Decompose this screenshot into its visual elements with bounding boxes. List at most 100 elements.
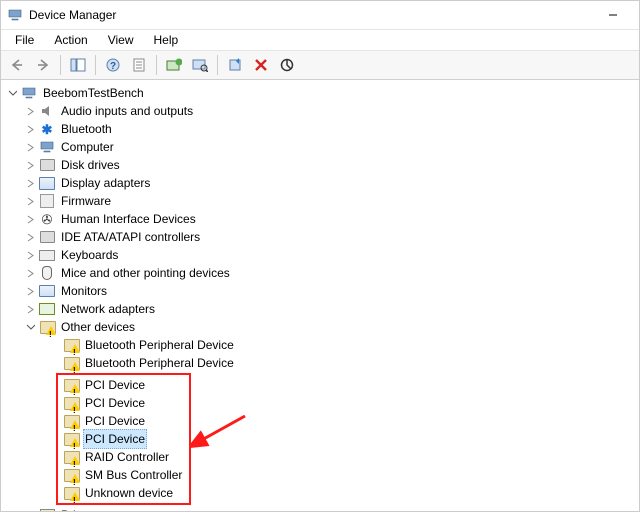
mouse-icon bbox=[39, 265, 55, 281]
device-manager-window: Device Manager File Action View Help ? B… bbox=[0, 0, 640, 512]
chevron-right-icon[interactable] bbox=[23, 158, 37, 172]
warning-icon bbox=[63, 449, 79, 465]
chevron-right-icon[interactable] bbox=[23, 212, 37, 226]
toolbar-show-hide-tree-button[interactable] bbox=[66, 53, 90, 77]
kb-icon bbox=[39, 247, 55, 263]
chevron-right-icon[interactable] bbox=[23, 248, 37, 262]
category-ide[interactable]: IDE ATA/ATAPI controllers bbox=[5, 228, 639, 246]
category-label[interactable]: IDE ATA/ATAPI controllers bbox=[59, 228, 202, 246]
warning-icon bbox=[63, 395, 79, 411]
chevron-right-icon[interactable] bbox=[23, 302, 37, 316]
toolbar-separator bbox=[60, 55, 61, 75]
svg-text:?: ? bbox=[110, 61, 116, 72]
category-mice[interactable]: Mice and other pointing devices bbox=[5, 264, 639, 282]
toolbar-scan-hardware-button[interactable] bbox=[188, 53, 212, 77]
category-label[interactable]: Bluetooth bbox=[59, 120, 114, 138]
device-label[interactable]: Unknown device bbox=[83, 484, 175, 502]
toolbar-properties-button[interactable] bbox=[127, 53, 151, 77]
device-label[interactable]: Bluetooth Peripheral Device bbox=[83, 336, 236, 354]
chevron-right-icon[interactable] bbox=[23, 508, 37, 511]
category-label[interactable]: Network adapters bbox=[59, 300, 157, 318]
chevron-down-icon[interactable] bbox=[5, 86, 19, 100]
computer-icon bbox=[21, 85, 37, 101]
annotation-arrow bbox=[190, 413, 250, 456]
device-item[interactable]: Bluetooth Peripheral Device bbox=[5, 354, 639, 372]
device-item[interactable]: SM Bus Controller bbox=[58, 466, 189, 484]
category-bluetooth[interactable]: ✱Bluetooth bbox=[5, 120, 639, 138]
device-label[interactable]: Bluetooth Peripheral Device bbox=[83, 354, 236, 372]
device-item[interactable]: PCI Device bbox=[58, 430, 189, 448]
category-label[interactable]: Other devices bbox=[59, 318, 137, 336]
device-label[interactable]: PCI Device bbox=[83, 429, 147, 449]
sq-icon bbox=[39, 175, 55, 191]
toolbar-help-button[interactable]: ? bbox=[101, 53, 125, 77]
toolbar-separator bbox=[217, 55, 218, 75]
pc-icon bbox=[39, 139, 55, 155]
device-item[interactable]: Bluetooth Peripheral Device bbox=[5, 336, 639, 354]
category-label[interactable]: Monitors bbox=[59, 282, 109, 300]
device-item[interactable]: RAID Controller bbox=[58, 448, 189, 466]
category-monitors[interactable]: Monitors bbox=[5, 282, 639, 300]
menubar: File Action View Help bbox=[1, 30, 639, 51]
chevron-right-icon[interactable] bbox=[23, 140, 37, 154]
category-computer[interactable]: Computer bbox=[5, 138, 639, 156]
device-tree[interactable]: BeebomTestBench Audio inputs and outputs… bbox=[1, 80, 639, 511]
speaker-icon bbox=[39, 103, 55, 119]
category-network[interactable]: Network adapters bbox=[5, 300, 639, 318]
menu-help[interactable]: Help bbox=[144, 31, 189, 49]
device-item[interactable]: PCI Device bbox=[58, 376, 189, 394]
chevron-right-icon[interactable] bbox=[23, 284, 37, 298]
category-hid[interactable]: ✇Human Interface Devices bbox=[5, 210, 639, 228]
device-label[interactable]: SM Bus Controller bbox=[83, 466, 184, 484]
print-icon bbox=[39, 507, 55, 511]
chevron-right-icon[interactable] bbox=[23, 230, 37, 244]
toolbar-add-legacy-button[interactable] bbox=[223, 53, 247, 77]
category-display[interactable]: Display adapters bbox=[5, 174, 639, 192]
toolbar-uninstall-button[interactable] bbox=[249, 53, 273, 77]
menu-file[interactable]: File bbox=[5, 31, 44, 49]
category-label[interactable]: Mice and other pointing devices bbox=[59, 264, 232, 282]
bt-icon: ✱ bbox=[39, 121, 55, 137]
category-disk[interactable]: Disk drives bbox=[5, 156, 639, 174]
toolbar-separator bbox=[156, 55, 157, 75]
toolbar-forward-button bbox=[31, 53, 55, 77]
toolbar-disable-button[interactable] bbox=[275, 53, 299, 77]
minimize-button[interactable] bbox=[593, 3, 633, 27]
fw-icon bbox=[39, 193, 55, 209]
category-label[interactable]: Firmware bbox=[59, 192, 113, 210]
menu-action[interactable]: Action bbox=[44, 31, 97, 49]
category-label[interactable]: Print queues bbox=[59, 506, 130, 511]
root-label[interactable]: BeebomTestBench bbox=[41, 84, 146, 102]
device-item[interactable]: PCI Device bbox=[58, 394, 189, 412]
chevron-right-icon[interactable] bbox=[23, 104, 37, 118]
warning-icon bbox=[63, 431, 79, 447]
category-print[interactable]: Print queues bbox=[5, 506, 639, 511]
chevron-right-icon[interactable] bbox=[23, 266, 37, 280]
category-label[interactable]: Computer bbox=[59, 138, 116, 156]
toolbar: ? bbox=[1, 51, 639, 80]
category-keyboards[interactable]: Keyboards bbox=[5, 246, 639, 264]
device-label[interactable]: RAID Controller bbox=[83, 448, 171, 466]
category-label[interactable]: Audio inputs and outputs bbox=[59, 102, 195, 120]
chevron-down-icon[interactable] bbox=[23, 320, 37, 334]
category-label[interactable]: Display adapters bbox=[59, 174, 152, 192]
menu-view[interactable]: View bbox=[98, 31, 144, 49]
category-other[interactable]: Other devices bbox=[5, 318, 639, 336]
tree-root[interactable]: BeebomTestBench bbox=[5, 84, 639, 102]
category-audio[interactable]: Audio inputs and outputs bbox=[5, 102, 639, 120]
warning-icon bbox=[63, 467, 79, 483]
chevron-right-icon[interactable] bbox=[23, 176, 37, 190]
category-label[interactable]: Keyboards bbox=[59, 246, 120, 264]
category-label[interactable]: Human Interface Devices bbox=[59, 210, 198, 228]
chevron-right-icon[interactable] bbox=[23, 194, 37, 208]
device-label[interactable]: PCI Device bbox=[83, 412, 147, 430]
category-label[interactable]: Disk drives bbox=[59, 156, 122, 174]
toolbar-update-driver-button[interactable] bbox=[162, 53, 186, 77]
device-label[interactable]: PCI Device bbox=[83, 394, 147, 412]
device-label[interactable]: PCI Device bbox=[83, 376, 147, 394]
chevron-right-icon[interactable] bbox=[23, 122, 37, 136]
usb-icon: ✇ bbox=[39, 211, 55, 227]
category-firmware[interactable]: Firmware bbox=[5, 192, 639, 210]
device-item[interactable]: Unknown device bbox=[58, 484, 189, 502]
device-item[interactable]: PCI Device bbox=[58, 412, 189, 430]
